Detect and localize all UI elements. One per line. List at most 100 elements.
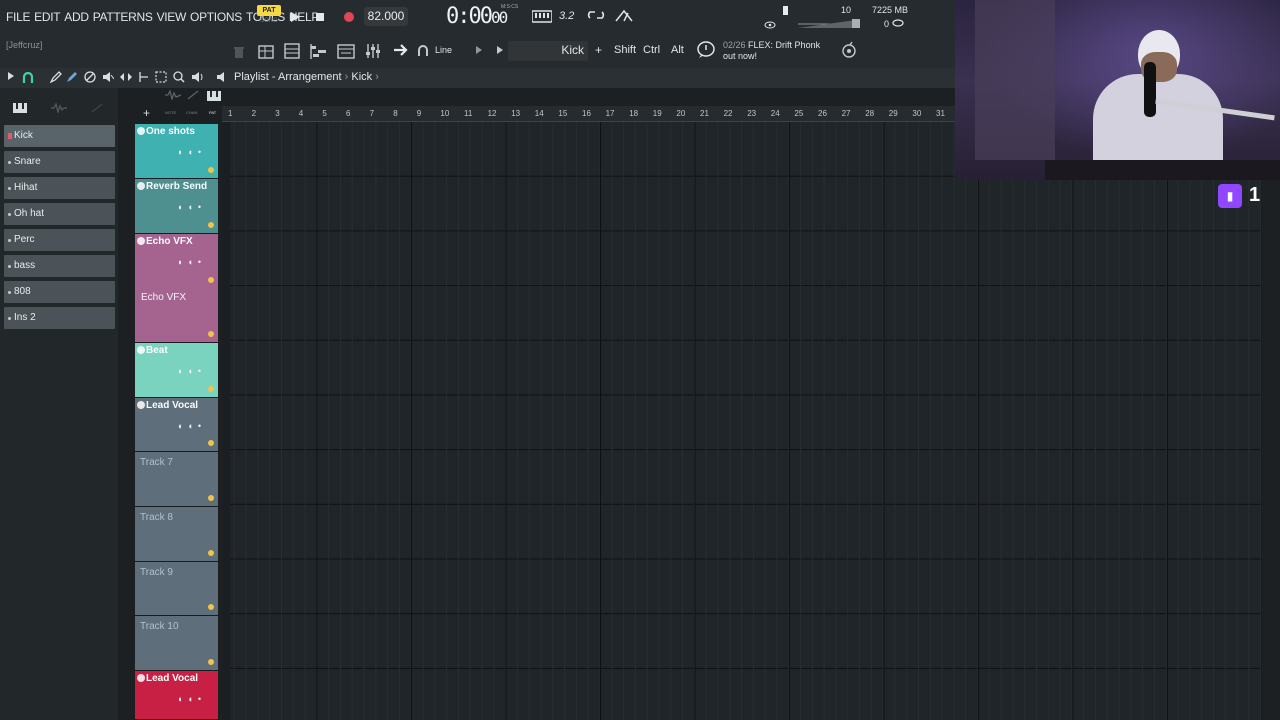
track-header[interactable]: Track 9: [135, 562, 218, 616]
automation-clip-icon[interactable]: [91, 103, 103, 116]
playlist-grid[interactable]: [222, 122, 1262, 720]
menu-edit[interactable]: EDIT: [32, 10, 62, 24]
track-name[interactable]: Track 8: [140, 512, 173, 523]
menu-view[interactable]: VIEW: [155, 10, 188, 24]
track-name[interactable]: Echo VFX: [146, 236, 193, 247]
track-controls-icon[interactable]: ◖◖•: [177, 147, 206, 157]
stop-button[interactable]: [312, 9, 328, 25]
track-enable-icon[interactable]: [137, 346, 145, 354]
shift-button[interactable]: Shift: [614, 44, 636, 56]
add-pattern-button[interactable]: +: [595, 43, 602, 57]
delete-tool-icon[interactable]: [84, 71, 96, 86]
track-controls-icon[interactable]: ◖◖•: [177, 202, 206, 212]
track-header[interactable]: Lead Vocal ◖◖•: [135, 671, 218, 720]
piano-keys-small-icon[interactable]: [207, 90, 221, 105]
zoom-tool-icon[interactable]: [173, 71, 185, 86]
track-name[interactable]: Track 9: [140, 567, 173, 578]
pattern-item-bass[interactable]: bass: [4, 255, 115, 277]
select-tool-icon[interactable]: [155, 71, 167, 86]
mute-tool-icon[interactable]: [102, 71, 115, 86]
playlist-current-pattern[interactable]: Kick: [351, 71, 372, 83]
step-edit-display[interactable]: 3.2: [559, 10, 574, 22]
track-enable-icon[interactable]: [137, 401, 145, 409]
track-header[interactable]: Track 7: [135, 452, 218, 507]
pattern-item-oh-hat[interactable]: Oh hat: [4, 203, 115, 225]
track-header[interactable]: Track 8: [135, 507, 218, 562]
pattern-selector[interactable]: Kick: [508, 41, 588, 61]
timeline-ruler[interactable]: 1 2 3 4 5 6 7 8 9 10 11 12 13 14 15 16 17 18 19 20 21 22 23 24 2…: [222, 106, 955, 122]
track-controls-icon[interactable]: ◖◖•: [177, 257, 206, 267]
pat-tab[interactable]: PAT: [209, 110, 216, 115]
track-header[interactable]: Lead Vocal ◖◖•: [135, 398, 218, 452]
track-header[interactable]: Track 10: [135, 616, 218, 671]
magnet-snap-icon[interactable]: [418, 45, 428, 60]
track-controls-icon[interactable]: ◖◖•: [177, 421, 206, 431]
chevron-right-icon[interactable]: [476, 46, 482, 56]
track-name[interactable]: Track 7: [140, 457, 173, 468]
pattern-item-snare[interactable]: Snare: [4, 151, 115, 173]
metronome-icon[interactable]: [615, 9, 633, 26]
menu-add[interactable]: ADD: [62, 10, 90, 24]
snap-label[interactable]: Line: [435, 45, 452, 55]
track-header[interactable]: Echo VFX ◖◖• Echo VFX: [135, 234, 218, 343]
playlist-window-icon[interactable]: [257, 42, 275, 63]
ruler-bar-number: 26: [818, 109, 827, 118]
ruler-bar-number: 27: [841, 109, 851, 118]
audio-clip-icon[interactable]: [51, 101, 67, 116]
menu-file[interactable]: FILE: [4, 10, 32, 24]
pat-song-toggle[interactable]: PAT SONG: [257, 5, 281, 27]
menu-options[interactable]: OPTIONS: [188, 10, 244, 24]
track-name[interactable]: Lead Vocal: [146, 673, 198, 684]
alt-button[interactable]: Alt: [671, 44, 684, 56]
playlist-menu-arrow-icon[interactable]: [8, 71, 14, 83]
channel-rack-icon[interactable]: [284, 42, 300, 63]
track-name[interactable]: Beat: [146, 345, 168, 356]
play-button[interactable]: [287, 9, 303, 25]
memory-readout: 7225 MB: [872, 5, 909, 15]
track-enable-icon[interactable]: [137, 237, 145, 245]
track-name[interactable]: Lead Vocal: [146, 400, 198, 411]
piano-keys-icon[interactable]: [13, 102, 27, 117]
track-controls-icon[interactable]: ◖◖•: [177, 694, 206, 704]
track-header[interactable]: One shots ◖◖•: [135, 124, 218, 179]
track-enable-icon[interactable]: [137, 182, 145, 190]
chan-tab[interactable]: CHAN: [186, 110, 197, 115]
piano-roll-icon[interactable]: [310, 42, 328, 63]
pattern-item-perc[interactable]: Perc: [4, 229, 115, 251]
slip-tool-icon[interactable]: [119, 71, 133, 86]
track-header[interactable]: Beat ◖◖•: [135, 343, 218, 398]
loop-record-icon[interactable]: [587, 9, 605, 24]
browser-icon[interactable]: [337, 42, 355, 63]
track-name[interactable]: Reverb Send: [146, 181, 207, 192]
playback-tool-icon[interactable]: [191, 71, 203, 86]
track-header[interactable]: Reverb Send ◖◖•: [135, 179, 218, 234]
pattern-item-hihat[interactable]: Hihat: [4, 177, 115, 199]
speaker-icon[interactable]: [216, 71, 228, 86]
pattern-item-ins-2[interactable]: Ins 2: [4, 307, 115, 329]
track-enable-icon[interactable]: [137, 674, 145, 682]
tempo-display[interactable]: 82.000: [364, 7, 408, 26]
ruler-bar-number: 18: [629, 109, 639, 118]
ruler-bar-number: 31: [936, 109, 945, 118]
time-unit-label: M:S:CS: [501, 4, 519, 10]
fl-fruit-icon[interactable]: [841, 41, 857, 62]
paint-tool-icon[interactable]: [66, 71, 78, 86]
track-controls-icon[interactable]: ◖◖•: [177, 366, 206, 376]
add-track-button[interactable]: +: [143, 106, 150, 120]
arrow-right-icon[interactable]: [393, 43, 409, 60]
pattern-item-kick[interactable]: Kick: [4, 125, 115, 147]
note-tab[interactable]: NOTE: [165, 110, 176, 115]
ctrl-button[interactable]: Ctrl: [643, 44, 660, 56]
track-name[interactable]: One shots: [146, 126, 195, 137]
pattern-item-808[interactable]: 808: [4, 281, 115, 303]
slice-tool-icon[interactable]: [137, 71, 149, 86]
typing-keyboard-icon[interactable]: [531, 9, 553, 26]
record-button[interactable]: [341, 9, 357, 25]
draw-tool-icon[interactable]: [49, 71, 62, 86]
mixer-icon[interactable]: [365, 42, 381, 63]
track-name[interactable]: Track 10: [140, 621, 179, 632]
pattern-prev-icon[interactable]: [497, 46, 503, 56]
track-enable-icon[interactable]: [137, 127, 145, 135]
menu-patterns[interactable]: PATTERNS: [91, 10, 155, 24]
snap-magnet-icon[interactable]: [22, 71, 34, 87]
